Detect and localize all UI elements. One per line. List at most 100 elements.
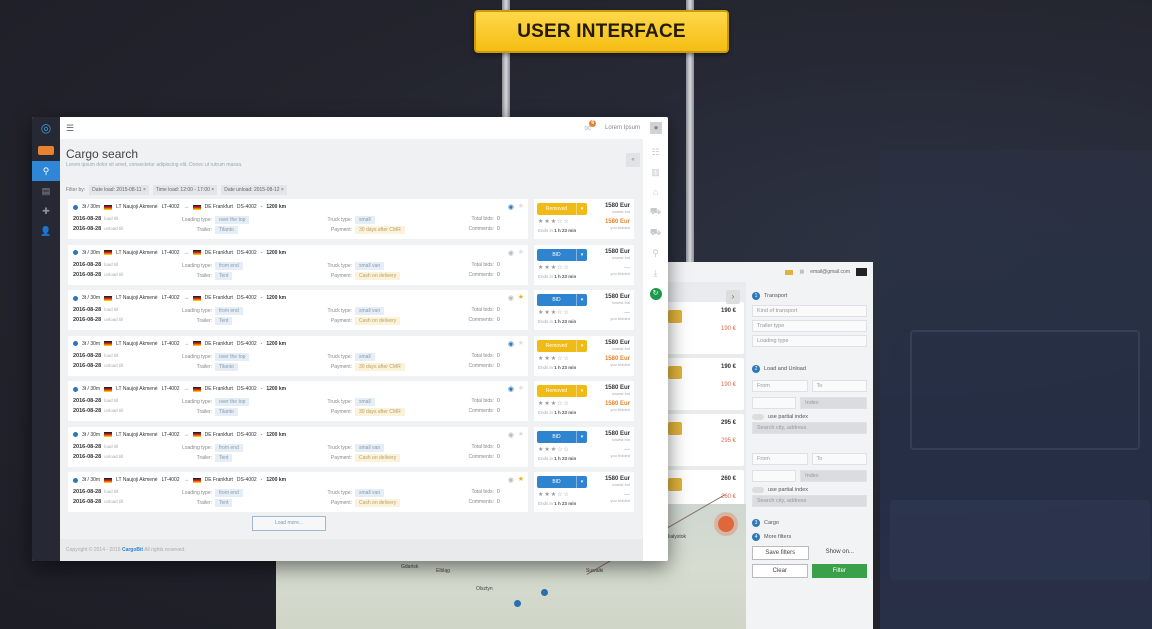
result-card[interactable]: 190 € 190 €	[664, 302, 744, 354]
chevron-down-icon[interactable]: ▾	[576, 430, 587, 443]
star-icon[interactable]: ★	[518, 339, 524, 347]
cargo-card[interactable]: 3t / 30m LT Naujoji Akmenė LT-4002 → DE …	[68, 244, 528, 285]
unload-city-search[interactable]: Search city, address	[752, 495, 867, 507]
warehouse-icon[interactable]: ⌂	[653, 187, 658, 197]
star-icon[interactable]: ★	[518, 475, 524, 483]
eye-icon[interactable]: ◉	[508, 340, 514, 348]
sidebar-item-search[interactable]: ⚲	[32, 161, 60, 181]
country-select[interactable]	[752, 397, 797, 409]
eye-icon[interactable]: ◉	[508, 203, 514, 211]
star-icon[interactable]: ★	[518, 430, 524, 438]
kind-of-transport-select[interactable]: Kind of transport	[752, 305, 867, 317]
cargo-card[interactable]: 3t / 30m LT Naujoji Akmenė LT-4002 → DE …	[68, 335, 528, 376]
cargo-card[interactable]: 3t / 30m LT Naujoji Akmenė LT-4002 → DE …	[68, 426, 528, 467]
avatar[interactable]: ●	[650, 122, 662, 134]
load-from-date[interactable]: From	[752, 380, 808, 392]
clear-button[interactable]: Clear	[752, 564, 808, 578]
sidebar-item-add[interactable]: ✚	[32, 201, 60, 221]
eye-icon[interactable]: ◉	[508, 476, 514, 484]
section-more-filters[interactable]: 4 More filters	[752, 533, 867, 541]
save-filters-button[interactable]: Save filters	[752, 546, 809, 560]
cargo-card[interactable]: 3t / 30m LT Naujoji Akmenė LT-4002 → DE …	[68, 381, 528, 421]
flag-icon[interactable]	[785, 269, 794, 275]
section-transport[interactable]: 1 Transport	[752, 292, 867, 300]
sidebar-item-documents[interactable]: ▤	[32, 181, 60, 201]
load-more-button[interactable]: Load more...	[252, 516, 326, 531]
chevron-down-icon[interactable]: ▾	[576, 294, 587, 306]
section-cargo[interactable]: 3 Cargo	[752, 519, 867, 527]
partial-index-toggle[interactable]: use partial index	[752, 414, 867, 420]
cargo-row[interactable]: 3t / 30m LT Naujoji Akmenė LT-4002 → DE …	[68, 335, 634, 376]
bid-button[interactable]	[668, 366, 682, 379]
expand-filters-button[interactable]: ›	[726, 290, 740, 304]
eye-icon[interactable]: ◉	[508, 294, 514, 302]
bid-button[interactable]	[668, 422, 682, 435]
bid-button[interactable]: BID ▾	[537, 476, 587, 488]
menu-toggle-icon[interactable]: ☰	[66, 123, 74, 134]
bid-button[interactable]: Removed ▾	[537, 339, 587, 352]
unload-to-date[interactable]: To	[811, 453, 867, 465]
star-icon[interactable]: ★	[518, 293, 524, 301]
star-icon[interactable]: ★	[518, 202, 524, 210]
user-email[interactable]: email@gmail.com	[810, 269, 850, 275]
chevron-down-icon[interactable]: ▾	[576, 476, 587, 488]
cargo-truck-icon[interactable]	[32, 139, 60, 161]
cargo-row[interactable]: 3t / 30m LT Naujoji Akmenė LT-4002 → DE …	[68, 426, 634, 467]
load-index-input[interactable]: Index	[800, 397, 867, 409]
cargo-card[interactable]: 3t / 30m LT Naujoji Akmenė LT-4002 → DE …	[68, 290, 528, 330]
star-icon[interactable]: ★	[518, 384, 524, 392]
filter-button[interactable]: Filter	[811, 564, 867, 578]
cargo-row[interactable]: 3t / 30m LT Naujoji Akmenė LT-4002 → DE …	[68, 244, 634, 285]
show-on-checkbox[interactable]: Show on...	[813, 546, 868, 560]
unload-from-date[interactable]: From	[752, 453, 808, 465]
columns-icon[interactable]: ☷	[651, 147, 659, 158]
collapse-panel-button[interactable]: «	[626, 153, 640, 167]
username[interactable]: Lorem Ipsum	[605, 125, 640, 131]
grid-icon[interactable]: ▦	[799, 269, 804, 275]
cargo-card[interactable]: 3t / 30m LT Naujoji Akmenė LT-4002 → DE …	[68, 472, 528, 512]
country-select[interactable]	[752, 470, 797, 482]
partial-index-toggle[interactable]: use partial index	[752, 487, 867, 493]
bid-button[interactable]: BID ▾	[537, 248, 587, 261]
result-card[interactable]: 190 € 190 €	[664, 358, 744, 410]
map-location-marker[interactable]	[718, 516, 734, 532]
filter-chip[interactable]: Time load: 12:00 - 17:00 ×	[152, 185, 218, 195]
building-icon[interactable]: ▥	[651, 167, 660, 178]
bid-button[interactable]: Removed ▾	[537, 385, 587, 397]
download-icon[interactable]: ⤓	[654, 268, 658, 279]
trailer-type-select[interactable]: Trailer type	[752, 320, 867, 332]
brand-link[interactable]: CargoBit	[122, 547, 143, 553]
load-city-search[interactable]: Search city, address	[752, 422, 867, 434]
refresh-icon[interactable]: ↻	[649, 288, 662, 300]
chevron-down-icon[interactable]: ▾	[576, 248, 587, 261]
loading-type-select[interactable]: Loading type	[752, 335, 867, 347]
filter-chip[interactable]: Date unload: 2015-08-12 ×	[221, 185, 287, 195]
sidebar-item-user[interactable]: 👤	[32, 221, 60, 241]
chevron-down-icon[interactable]: ▾	[576, 339, 587, 352]
location-pin-icon[interactable]: ⚲	[652, 248, 659, 259]
notifications-icon[interactable]: ✉ 6	[584, 119, 597, 133]
toggle-switch[interactable]	[752, 414, 764, 420]
eye-icon[interactable]: ◉	[508, 249, 514, 257]
map-pin[interactable]	[514, 600, 521, 607]
load-to-date[interactable]: To	[811, 380, 867, 392]
cargo-card[interactable]: 3t / 30m LT Naujoji Akmenė LT-4002 → DE …	[68, 199, 528, 239]
bid-button[interactable]	[668, 310, 682, 323]
section-load-unload[interactable]: 2 Load and Unload	[752, 365, 867, 373]
logo-icon[interactable]: ◎	[32, 117, 60, 139]
bid-button[interactable]: BID ▾	[537, 430, 587, 443]
toggle-switch[interactable]	[752, 487, 764, 493]
menu-icon[interactable]	[856, 268, 867, 276]
bid-button[interactable]	[668, 478, 682, 491]
eye-icon[interactable]: ◉	[508, 385, 514, 393]
star-icon[interactable]: ★	[518, 248, 524, 256]
map-pin[interactable]	[541, 589, 548, 596]
result-card[interactable]: 295 € 295 €	[664, 414, 744, 466]
cargo-row[interactable]: 3t / 30m LT Naujoji Akmenė LT-4002 → DE …	[68, 290, 634, 330]
chevron-down-icon[interactable]: ▾	[576, 203, 587, 215]
bid-button[interactable]: BID ▾	[537, 294, 587, 306]
truck-icon[interactable]: ⛟	[650, 206, 661, 218]
truck-alt-icon[interactable]: ⛟	[650, 227, 661, 239]
eye-icon[interactable]: ◉	[508, 431, 514, 439]
cargo-row[interactable]: 3t / 30m LT Naujoji Akmenė LT-4002 → DE …	[68, 199, 634, 239]
